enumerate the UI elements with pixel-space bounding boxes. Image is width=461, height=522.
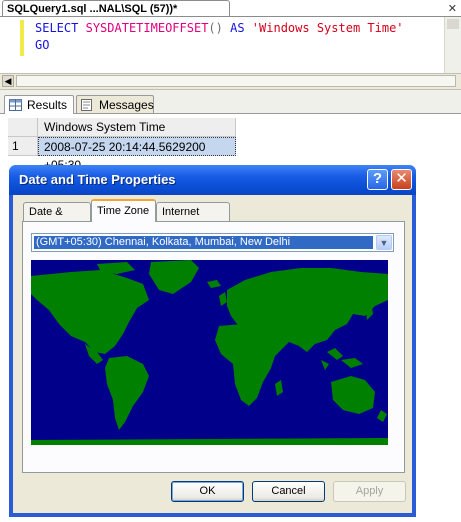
code-line-2: GO <box>35 38 50 52</box>
time-zone-panel: (GMT+05:30) Chennai, Kolkata, Mumbai, Ne… <box>22 221 405 473</box>
query-document-tab[interactable]: SQLQuery1.sql ...NAL\SQL (57))* <box>2 0 230 17</box>
function-parens: () <box>208 21 223 35</box>
tab-date-time[interactable]: Date & Time <box>23 202 91 236</box>
result-cell[interactable]: 2008-07-25 20:14:44.5629200 +05:30 <box>38 137 236 172</box>
close-icon: ✕ <box>395 170 408 187</box>
cancel-button[interactable]: Cancel <box>252 481 325 502</box>
scroll-thumb-horizontal[interactable] <box>16 75 456 87</box>
date-time-properties-dialog: Date and Time Properties ? ✕ Date & Time… <box>9 165 416 517</box>
grid-icon <box>9 99 22 111</box>
row-number[interactable]: 1 <box>8 137 38 156</box>
tab-messages-label: Messages <box>99 98 154 112</box>
dialog-title: Date and Time Properties <box>19 172 176 187</box>
world-map-graphic <box>31 260 388 445</box>
query-editor[interactable]: SELECT SYSDATETIMEOFFSET() AS 'Windows S… <box>0 17 461 72</box>
keyword-as: AS <box>230 21 245 35</box>
help-icon: ? <box>372 170 383 187</box>
tab-time-zone[interactable]: Time Zone <box>91 199 156 222</box>
apply-button[interactable]: Apply <box>333 481 406 502</box>
column-alias-string: 'Windows System Time' <box>251 21 404 35</box>
scroll-left-icon[interactable]: ◀ <box>2 75 14 87</box>
code-line-1: SELECT SYSDATETIMEOFFSET() AS 'Windows S… <box>35 21 404 35</box>
query-tab-title: SQLQuery1.sql ...NAL\SQL (57))* <box>7 3 178 15</box>
tab-results-label: Results <box>27 98 68 112</box>
dialog-title-bar[interactable]: Date and Time Properties ? ✕ <box>9 165 416 195</box>
tab-messages[interactable]: Messages <box>76 95 154 114</box>
help-button[interactable]: ? <box>367 169 388 190</box>
timezone-selected-value: (GMT+05:30) Chennai, Kolkata, Mumbai, Ne… <box>34 236 373 249</box>
column-header[interactable]: Windows System Time <box>38 118 236 137</box>
keyword-select: SELECT <box>35 21 79 35</box>
scroll-thumb[interactable] <box>447 19 459 29</box>
chevron-down-icon[interactable]: ▼ <box>376 235 392 250</box>
close-document-icon[interactable]: ✕ <box>448 2 457 15</box>
tab-internet-time[interactable]: Internet Time <box>156 202 230 236</box>
tab-results[interactable]: Results <box>4 95 74 114</box>
messages-icon <box>81 99 92 111</box>
editor-horizontal-scrollbar[interactable]: ◀ <box>0 73 461 90</box>
close-button[interactable]: ✕ <box>391 169 412 190</box>
grid-corner-cell[interactable] <box>8 118 38 137</box>
dialog-body: Date & Time Time Zone Internet Time (GMT… <box>13 195 412 513</box>
ok-button[interactable]: OK <box>171 481 244 502</box>
world-map <box>31 260 388 445</box>
change-indicator-bar <box>20 20 24 56</box>
function-name: SYSDATETIMEOFFSET <box>85 21 209 35</box>
editor-vertical-scrollbar[interactable] <box>444 17 461 75</box>
timezone-select[interactable]: (GMT+05:30) Chennai, Kolkata, Mumbai, Ne… <box>31 233 394 252</box>
